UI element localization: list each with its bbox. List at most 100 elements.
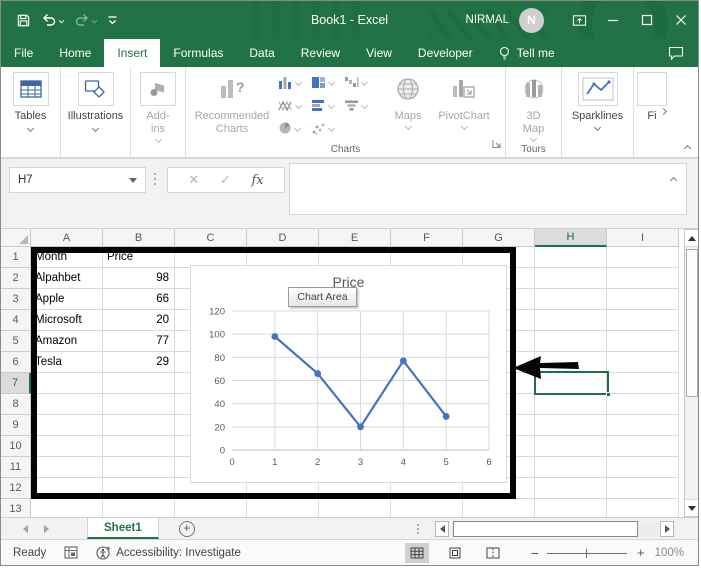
column-header-C[interactable]: C xyxy=(175,229,247,247)
pivotchart-button[interactable]: PivotChart xyxy=(432,67,496,131)
accessibility-icon[interactable] xyxy=(96,545,111,560)
cell-A6[interactable]: Tesla xyxy=(31,352,103,373)
cell-A12[interactable] xyxy=(31,478,103,499)
cell-I10[interactable] xyxy=(607,436,679,457)
tell-me-box[interactable]: Tell me xyxy=(486,39,567,67)
cell-B11[interactable] xyxy=(103,457,175,478)
zoom-slider[interactable] xyxy=(546,546,627,560)
cell-B13[interactable] xyxy=(103,499,175,517)
cell-B5[interactable]: 77 xyxy=(103,331,175,352)
illustrations-button[interactable]: Illustrations xyxy=(61,67,130,133)
cell-I4[interactable] xyxy=(607,310,679,331)
row-header-4[interactable]: 4 xyxy=(1,310,31,331)
insert-hierarchy-chart-button[interactable] xyxy=(311,75,336,89)
cell-B9[interactable] xyxy=(103,415,175,436)
cell-B7[interactable] xyxy=(103,373,175,394)
customize-qat-icon[interactable] xyxy=(104,11,121,29)
maximize-button[interactable] xyxy=(630,1,664,39)
cell-A2[interactable]: Alpahbet xyxy=(31,268,103,289)
tabbar-splitter[interactable] xyxy=(417,523,419,534)
comments-icon[interactable] xyxy=(654,39,698,67)
zoom-out-button[interactable]: − xyxy=(531,545,539,561)
ribbon-display-options-icon[interactable] xyxy=(562,1,596,39)
tab-formulas[interactable]: Formulas xyxy=(160,39,236,67)
insert-function-icon[interactable]: fx xyxy=(251,173,263,188)
cell-A4[interactable]: Microsoft xyxy=(31,310,103,331)
scroll-up-button[interactable] xyxy=(685,230,698,247)
insert-funnel-chart-button[interactable] xyxy=(344,98,369,112)
undo-icon[interactable] xyxy=(38,10,67,30)
name-box[interactable]: H7 xyxy=(9,167,146,193)
vertical-scrollbar-thumb[interactable] xyxy=(686,249,698,397)
row-header-10[interactable]: 10 xyxy=(1,436,31,457)
cancel-formula-icon[interactable]: ✕ xyxy=(188,172,199,188)
cell-C13[interactable] xyxy=(175,499,247,517)
page-layout-view-button[interactable] xyxy=(443,543,467,563)
cell-A13[interactable] xyxy=(31,499,103,517)
cell-H10[interactable] xyxy=(535,436,607,457)
tab-data[interactable]: Data xyxy=(236,39,287,67)
macro-record-icon[interactable] xyxy=(64,546,78,559)
close-button[interactable] xyxy=(664,1,698,39)
cell-I13[interactable] xyxy=(607,499,679,517)
redo-icon[interactable] xyxy=(71,10,100,30)
cell-A10[interactable] xyxy=(31,436,103,457)
avatar[interactable]: N xyxy=(519,7,544,33)
cell-H8[interactable] xyxy=(535,394,607,415)
tab-review[interactable]: Review xyxy=(288,39,353,67)
cell-B4[interactable]: 20 xyxy=(103,310,175,331)
fill-handle[interactable] xyxy=(606,392,611,397)
row-header-11[interactable]: 11 xyxy=(1,457,31,478)
user-name[interactable]: NIRMAL xyxy=(466,14,509,26)
add-sheet-button[interactable]: + xyxy=(178,520,195,537)
row-header-2[interactable]: 2 xyxy=(1,268,31,289)
horizontal-scrollbar-thumb[interactable] xyxy=(453,521,638,537)
insert-waterfall-chart-button[interactable] xyxy=(344,75,369,89)
cell-A3[interactable]: Apple xyxy=(31,289,103,310)
cell-I5[interactable] xyxy=(607,331,679,352)
insert-bar-chart-button[interactable] xyxy=(311,98,336,112)
cell-B1[interactable]: Price xyxy=(103,247,175,268)
insert-pie-chart-button[interactable] xyxy=(278,121,302,135)
zoom-level[interactable]: 100% xyxy=(655,547,684,559)
prev-sheet-icon[interactable] xyxy=(23,524,28,533)
vertical-scrollbar[interactable] xyxy=(684,229,698,517)
name-box-dropdown-icon[interactable] xyxy=(129,177,137,183)
column-header-F[interactable]: F xyxy=(391,229,463,247)
row-header-9[interactable]: 9 xyxy=(1,415,31,436)
cell-B10[interactable] xyxy=(103,436,175,457)
tab-insert[interactable]: Insert xyxy=(104,39,161,67)
cell-I2[interactable] xyxy=(607,268,679,289)
row-header-6[interactable]: 6 xyxy=(1,352,31,373)
cell-B12[interactable] xyxy=(103,478,175,499)
cell-I7[interactable] xyxy=(607,373,679,394)
cell-B8[interactable] xyxy=(103,394,175,415)
scroll-left-button[interactable] xyxy=(435,521,449,537)
cell-I3[interactable] xyxy=(607,289,679,310)
cell-H4[interactable] xyxy=(535,310,607,331)
insert-column-chart-button[interactable] xyxy=(278,75,303,89)
cell-I6[interactable] xyxy=(607,352,679,373)
row-header-13[interactable]: 13 xyxy=(1,499,31,517)
cell-D13[interactable] xyxy=(247,499,319,517)
tab-view[interactable]: View xyxy=(353,39,405,67)
select-all-corner[interactable] xyxy=(1,229,31,247)
tab-developer[interactable]: Developer xyxy=(405,39,486,67)
cell-A8[interactable] xyxy=(31,394,103,415)
filters-button-partial[interactable]: Fi xyxy=(634,67,670,123)
minimize-button[interactable] xyxy=(596,1,630,39)
page-break-view-button[interactable] xyxy=(481,543,505,563)
formula-input[interactable] xyxy=(289,163,687,215)
cell-H13[interactable] xyxy=(535,499,607,517)
row-header-7[interactable]: 7 xyxy=(1,373,31,394)
zoom-in-button[interactable]: + xyxy=(637,545,645,560)
tables-button[interactable]: Tables xyxy=(1,67,60,133)
collapse-ribbon-icon[interactable] xyxy=(683,144,692,153)
tab-home[interactable]: Home xyxy=(46,39,104,67)
save-icon[interactable] xyxy=(13,10,34,31)
cell-I9[interactable] xyxy=(607,415,679,436)
cell-E13[interactable] xyxy=(319,499,391,517)
row-header-5[interactable]: 5 xyxy=(1,331,31,352)
row-header-3[interactable]: 3 xyxy=(1,289,31,310)
column-header-A[interactable]: A xyxy=(31,229,103,247)
